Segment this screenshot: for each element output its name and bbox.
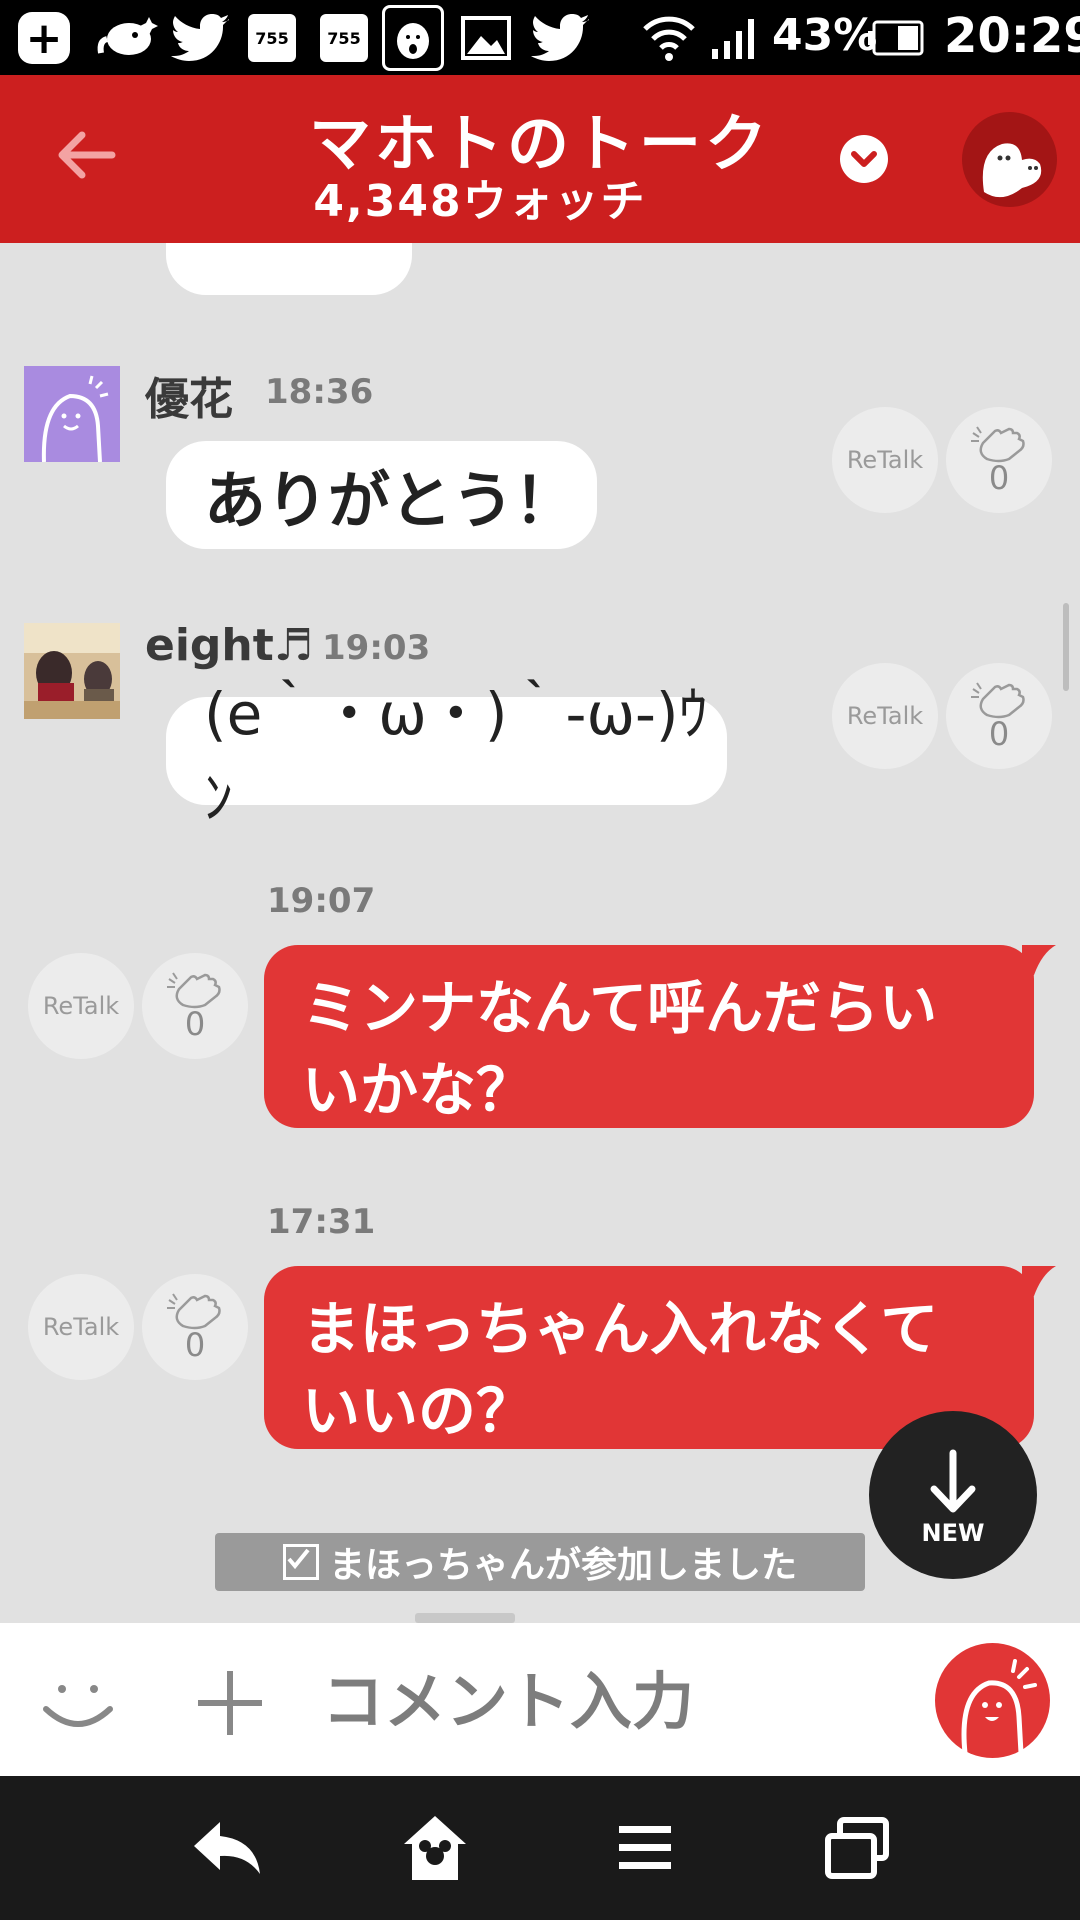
user-name: eight♬ bbox=[145, 620, 314, 671]
retalk-button[interactable]: ReTalk bbox=[28, 1274, 134, 1380]
mascot-icon[interactable] bbox=[962, 112, 1057, 207]
message-time: 19:03 bbox=[322, 628, 431, 668]
chat-area[interactable]: 優花 18:36 ありがとう！ ReTalk 0 eight♬ 19:03 (e… bbox=[0, 243, 1080, 1623]
elephant-icon bbox=[92, 12, 164, 64]
755-icon: 755 bbox=[316, 12, 372, 64]
user-name: 優花 bbox=[145, 374, 233, 425]
avatar[interactable] bbox=[24, 366, 120, 463]
clock: 20:29 bbox=[944, 8, 1080, 64]
reply-back-icon[interactable] bbox=[190, 1816, 266, 1880]
scrollbar-thumb[interactable] bbox=[1063, 603, 1069, 691]
battery-percent: 43% bbox=[772, 10, 878, 61]
message-bubble: ありがとう！ bbox=[166, 441, 597, 549]
new-label: NEW bbox=[921, 1519, 985, 1547]
message-bubble-partial bbox=[166, 243, 412, 295]
755-icon: 755 bbox=[244, 12, 300, 64]
home-icon[interactable] bbox=[400, 1812, 470, 1884]
status-bar: + 755 755 43% 20:29 bbox=[0, 0, 1080, 75]
clap-button[interactable]: 0 bbox=[946, 663, 1052, 769]
wifi-icon bbox=[640, 12, 698, 64]
mascot-shout-icon bbox=[961, 1659, 1037, 1754]
app-header: マホトのトーク 4,348ウォッチ bbox=[0, 75, 1080, 243]
system-notice-text: まほっちゃんが参加しました bbox=[328, 1545, 797, 1586]
retalk-button[interactable]: ReTalk bbox=[832, 407, 938, 513]
clap-icon bbox=[971, 426, 1025, 463]
plus-icon[interactable] bbox=[192, 1665, 268, 1741]
arrow-down-icon bbox=[930, 1449, 976, 1513]
bubble-tail bbox=[1022, 945, 1056, 975]
message-line: まほっちゃん入れなくて bbox=[302, 1295, 939, 1363]
system-nav-bar bbox=[0, 1776, 1080, 1920]
next-timestamp-partial bbox=[415, 1605, 515, 1623]
bird-app-icon bbox=[382, 5, 444, 71]
own-message-bubble: ミンナなんて呼んだらい いかな？ bbox=[264, 945, 1034, 1128]
message-time: 17:31 bbox=[267, 1202, 376, 1242]
send-button[interactable] bbox=[935, 1643, 1050, 1758]
message-line: いかな？ bbox=[302, 1056, 535, 1124]
jump-to-new-button[interactable]: NEW bbox=[869, 1411, 1037, 1579]
clap-icon bbox=[167, 1293, 221, 1330]
signal-icon bbox=[706, 12, 760, 64]
message-bubble: (e｀・ω・)｀-ω-)ｳﾝ bbox=[166, 680, 727, 832]
clap-button[interactable]: 0 bbox=[142, 953, 248, 1059]
clap-button[interactable]: 0 bbox=[142, 1274, 248, 1380]
clap-icon bbox=[971, 682, 1025, 719]
clap-button[interactable]: 0 bbox=[946, 407, 1052, 513]
comment-bar bbox=[0, 1623, 1080, 1776]
comment-input[interactable] bbox=[320, 1663, 924, 1739]
twitter-icon bbox=[528, 12, 594, 64]
retalk-button[interactable]: ReTalk bbox=[832, 663, 938, 769]
clap-icon bbox=[167, 972, 221, 1009]
menu-icon[interactable] bbox=[617, 1820, 673, 1876]
twitter-icon bbox=[168, 12, 234, 64]
checkbox-icon bbox=[282, 1544, 319, 1580]
avatar[interactable] bbox=[24, 623, 120, 719]
emoji-icon[interactable] bbox=[38, 1667, 118, 1737]
image-icon bbox=[458, 12, 514, 64]
bubble-tail bbox=[1022, 1266, 1056, 1296]
add-icon: + bbox=[6, 12, 82, 64]
recent-apps-icon[interactable] bbox=[824, 1816, 890, 1880]
retalk-button[interactable]: ReTalk bbox=[28, 953, 134, 1059]
watch-count: 4,348ウォッチ bbox=[313, 176, 647, 227]
battery-icon bbox=[866, 12, 924, 64]
system-notice: まほっちゃんが参加しました bbox=[215, 1533, 865, 1591]
chevron-down-icon[interactable] bbox=[840, 135, 888, 183]
message-line: ミンナなんて呼んだらい bbox=[302, 974, 938, 1042]
message-time: 19:07 bbox=[267, 881, 376, 921]
message-time: 18:36 bbox=[265, 372, 374, 412]
